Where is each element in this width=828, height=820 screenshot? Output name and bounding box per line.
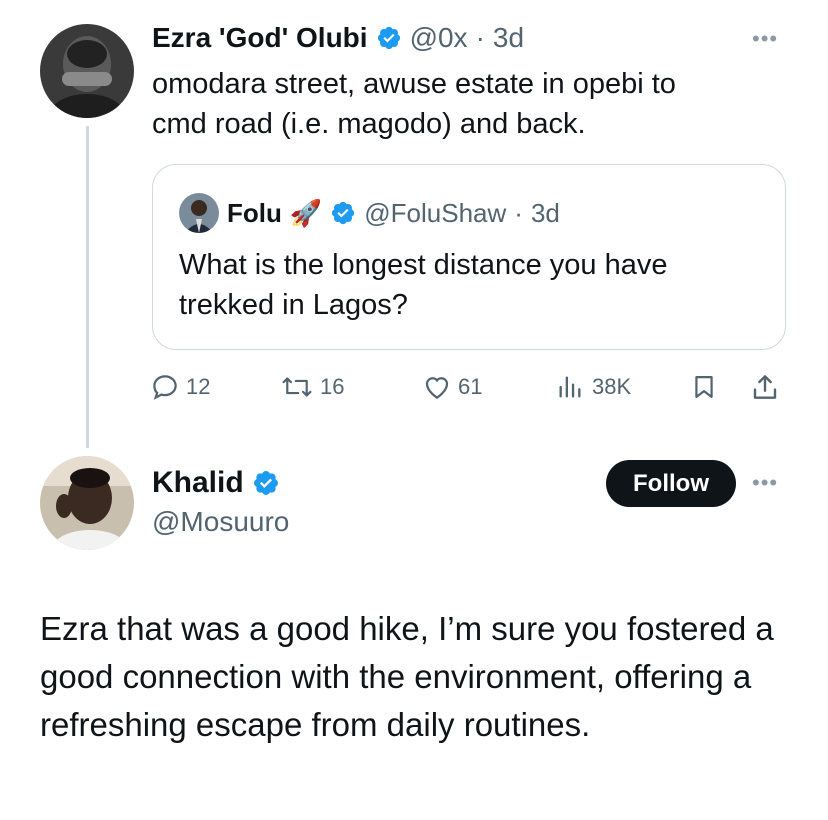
tweet-author-name[interactable]: Ezra 'God' Olubi xyxy=(152,22,368,54)
thread-line xyxy=(86,126,89,448)
views-count: 38K xyxy=(592,374,632,399)
quoted-handle[interactable]: @FoluShaw xyxy=(364,198,506,229)
quoted-author-name[interactable]: Folu xyxy=(227,198,282,229)
views-button[interactable]: 38K xyxy=(556,372,631,402)
verified-badge-icon xyxy=(330,200,356,226)
rocket-emoji: 🚀 xyxy=(289,197,323,228)
retweet-icon xyxy=(282,377,312,397)
quoted-time[interactable]: 3d xyxy=(531,198,560,229)
more-options-icon[interactable]: ••• xyxy=(752,26,778,52)
share-icon xyxy=(753,375,777,399)
retweet-count: 16 xyxy=(320,374,345,399)
retweet-button[interactable]: 16 xyxy=(280,372,344,402)
bookmark-icon xyxy=(695,375,713,399)
avatar-folu[interactable] xyxy=(179,193,219,233)
tweet-time[interactable]: 3d xyxy=(493,22,524,54)
avatar-ezra[interactable] xyxy=(40,24,134,118)
share-button[interactable] xyxy=(750,372,780,407)
heart-icon xyxy=(425,377,449,399)
reply-handle[interactable]: @Mosuuro xyxy=(152,506,289,538)
tweet-text-line-2: cmd road (i.e. magodo) and back. xyxy=(152,108,586,140)
separator-dot: · xyxy=(514,197,523,228)
views-bar-chart-icon xyxy=(559,376,581,398)
reply-count: 12 xyxy=(186,374,211,399)
quoted-text-line-1: What is the longest distance you have xyxy=(179,249,668,281)
verified-badge-icon xyxy=(376,25,402,51)
reply-author-name[interactable]: Khalid xyxy=(152,466,244,500)
bookmark-button[interactable] xyxy=(690,372,718,407)
more-options-icon[interactable]: ••• xyxy=(752,470,778,496)
follow-button[interactable]: Follow xyxy=(606,460,736,507)
avatar-khalid[interactable] xyxy=(40,456,134,550)
like-count: 61 xyxy=(458,374,483,399)
reply-button[interactable]: 12 xyxy=(150,372,210,402)
quoted-text-line-2: trekked in Lagos? xyxy=(179,289,408,321)
reply-icon xyxy=(153,375,177,400)
verified-badge-icon xyxy=(252,469,280,497)
tweet-handle[interactable]: @0x xyxy=(410,22,468,54)
quoted-tweet-card[interactable]: Folu 🚀 @FoluShaw · 3d What is the longes… xyxy=(152,164,786,350)
separator-dot: · xyxy=(475,22,485,53)
like-button[interactable]: 61 xyxy=(422,372,482,402)
reply-text: Ezra that was a good hike, I’m sure you … xyxy=(40,610,774,743)
tweet-text-line-1: omodara street, awuse estate in opebi to xyxy=(152,68,676,100)
